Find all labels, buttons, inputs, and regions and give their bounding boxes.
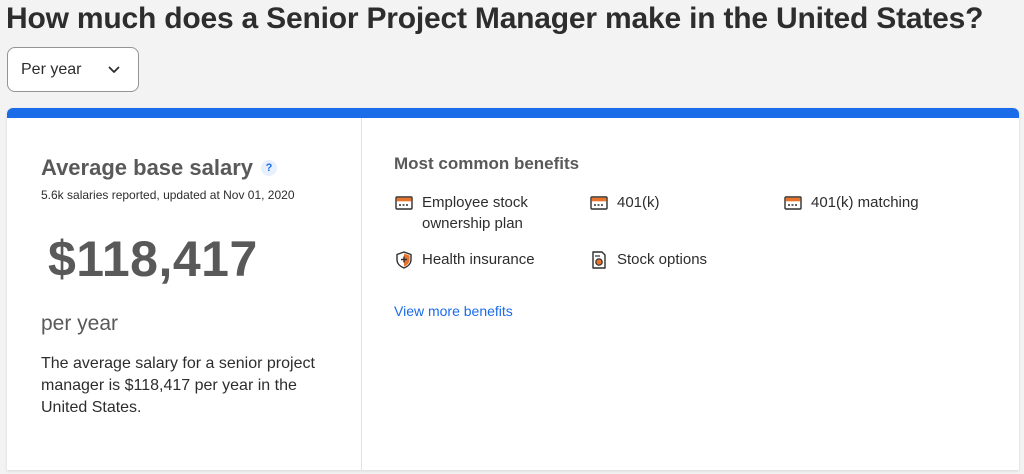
- period-select[interactable]: Per year: [7, 47, 139, 92]
- salary-card: Average base salary ? 5.6k salaries repo…: [7, 108, 1019, 470]
- benefit-item: 401(k): [589, 192, 660, 213]
- period-select-value: Per year: [21, 60, 82, 78]
- benefits-heading: Most common benefits: [394, 154, 580, 173]
- view-more-benefits-link[interactable]: View more benefits: [394, 303, 513, 319]
- help-icon[interactable]: ?: [261, 160, 277, 176]
- average-salary-heading-text: Average base salary: [41, 155, 253, 180]
- page-title: How much does a Senior Project Manager m…: [6, 2, 984, 35]
- benefits-panel: Most common benefits Employee stock owne…: [362, 118, 1019, 470]
- briefcase-icon: [395, 196, 413, 210]
- benefit-label: 401(k): [617, 194, 660, 211]
- salary-panel: Average base salary ? 5.6k salaries repo…: [7, 118, 362, 470]
- benefit-item: 401(k) matching: [783, 192, 919, 213]
- document-icon: [592, 251, 606, 269]
- briefcase-icon: [590, 196, 608, 210]
- briefcase-icon: [784, 196, 802, 210]
- chevron-down-icon: [108, 66, 120, 73]
- salary-amount: $118,417: [48, 231, 258, 287]
- salary-description: The average salary for a senior project …: [41, 355, 315, 416]
- benefit-label: 401(k) matching: [811, 194, 919, 211]
- benefit-item: Stock options: [589, 249, 707, 270]
- benefit-item: Employee stock ownership plan: [394, 192, 554, 234]
- shield-icon: [396, 251, 412, 269]
- benefit-item: Health insurance: [394, 249, 535, 270]
- salary-meta: 5.6k salaries reported, updated at Nov 0…: [41, 188, 295, 202]
- salary-period: per year: [41, 312, 119, 335]
- benefit-label: Health insurance: [422, 251, 535, 268]
- benefit-label: Stock options: [617, 251, 708, 268]
- benefit-label: Employee stock ownership plan: [422, 194, 528, 232]
- average-salary-heading: Average base salary ?: [41, 155, 277, 181]
